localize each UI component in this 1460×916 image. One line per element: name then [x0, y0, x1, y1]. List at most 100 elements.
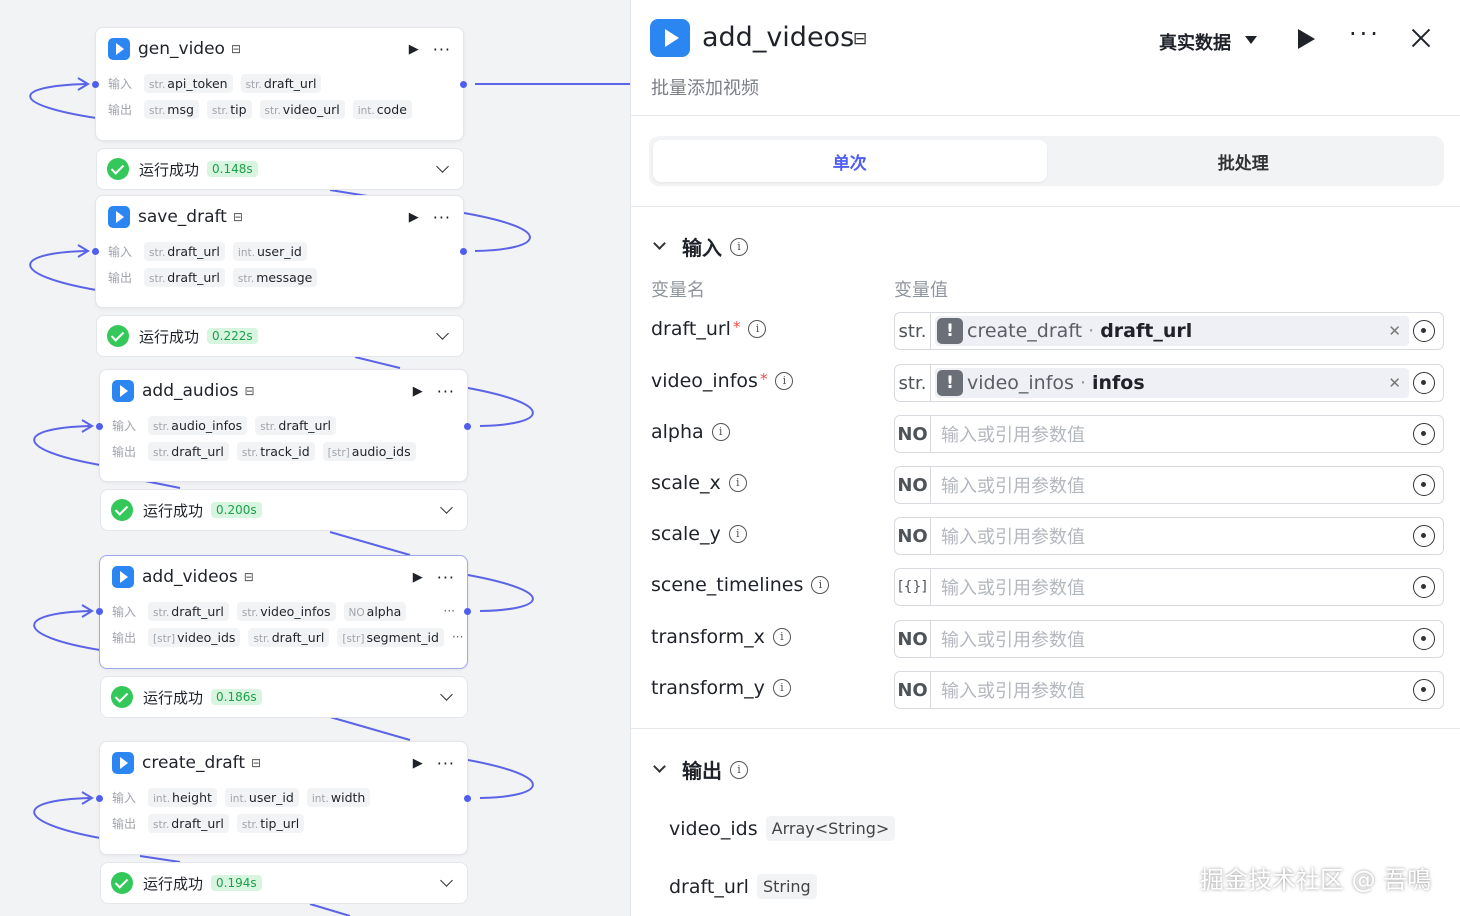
info-icon[interactable]: i: [711, 423, 730, 441]
output-port[interactable]: [464, 423, 471, 430]
info-icon[interactable]: i: [772, 628, 791, 646]
param-input[interactable]: 输入或引用参数值: [941, 523, 1409, 549]
node-status-bar[interactable]: 运行成功 0.222s: [96, 315, 464, 357]
reference-chip[interactable]: ! video_infos · infos ✕: [935, 368, 1409, 398]
input-section-header[interactable]: 输入 i: [651, 232, 748, 261]
output-section-header[interactable]: 输出 i: [651, 755, 748, 784]
column-header-value: 变量值: [894, 280, 948, 301]
param-field-draft-url[interactable]: str. ! create_draft · draft_url ✕: [894, 312, 1444, 350]
variable-select-icon[interactable]: [1413, 474, 1435, 496]
info-icon[interactable]: i: [775, 372, 794, 390]
output-type-badge: String: [756, 874, 817, 899]
run-node-icon[interactable]: ▶: [413, 570, 423, 585]
workflow-canvas[interactable]: gen_video ⊟ ▶ ··· 输入 str. api_token str. d…: [0, 0, 630, 916]
more-icon[interactable]: ···: [433, 40, 451, 59]
param-field-scale-x[interactable]: NO 输入或引用参数值: [894, 466, 1444, 504]
chevron-down-icon[interactable]: [440, 874, 453, 887]
success-check-icon: [111, 686, 133, 708]
plugin-tag-icon: ⊟: [244, 384, 255, 398]
param-input[interactable]: 输入或引用参数值: [941, 472, 1409, 498]
param-input[interactable]: 输入或引用参数值: [941, 677, 1409, 703]
param-field-alpha[interactable]: NO 输入或引用参数值: [894, 415, 1444, 453]
more-icon[interactable]: ···: [437, 754, 455, 773]
param-field-transform-y[interactable]: NO 输入或引用参数值: [894, 671, 1444, 709]
more-params-icon[interactable]: ···: [444, 604, 455, 618]
chevron-down-icon[interactable]: [653, 237, 666, 250]
variable-select-icon[interactable]: [1413, 423, 1435, 445]
node-status-bar[interactable]: 运行成功 0.194s: [100, 862, 468, 904]
type-badge: NO: [895, 518, 931, 554]
param-pill: int. user_id: [224, 787, 299, 807]
caret-down-icon[interactable]: [1245, 36, 1257, 44]
node-outputs-row: 输出 str. draft_url str. tip_url: [100, 810, 467, 836]
more-icon[interactable]: ···: [437, 568, 455, 587]
node-status-bar[interactable]: 运行成功 0.148s: [96, 148, 464, 190]
tab-single[interactable]: 单次: [653, 140, 1047, 182]
node-gen-video[interactable]: gen_video ⊟ ▶ ··· 输入 str. api_token str. d…: [95, 27, 464, 141]
tab-batch[interactable]: 批处理: [1047, 140, 1441, 182]
param-pill: int. height: [148, 787, 217, 807]
input-port[interactable]: [92, 81, 99, 88]
input-port[interactable]: [96, 423, 103, 430]
variable-select-icon[interactable]: [1413, 525, 1435, 547]
more-icon[interactable]: ···: [437, 382, 455, 401]
variable-select-icon[interactable]: [1413, 628, 1435, 650]
output-port[interactable]: [464, 795, 471, 802]
input-port[interactable]: [96, 795, 103, 802]
param-field-scale-y[interactable]: NO 输入或引用参数值: [894, 517, 1444, 555]
node-add-videos[interactable]: add_videos ⊟ ▶ ··· 输入 str. draft_url str.…: [99, 555, 468, 669]
close-icon[interactable]: [1409, 26, 1433, 50]
plugin-video-icon: [650, 19, 690, 57]
node-add-audios[interactable]: add_audios ⊟ ▶ ··· 输入 str. audio_infos st…: [99, 369, 468, 482]
input-port[interactable]: [92, 248, 99, 255]
reference-chip[interactable]: ! create_draft · draft_url ✕: [935, 316, 1409, 346]
clear-icon[interactable]: ✕: [1388, 374, 1401, 392]
chevron-down-icon[interactable]: [436, 327, 449, 340]
input-port[interactable]: [96, 608, 103, 615]
param-field-scene-timelines[interactable]: [{}] 输入或引用参数值: [894, 568, 1444, 606]
more-icon[interactable]: ···: [1349, 20, 1381, 48]
chevron-down-icon[interactable]: [440, 501, 453, 514]
node-title: create_draft: [142, 753, 246, 773]
type-badge: str.: [895, 313, 931, 349]
output-port[interactable]: [464, 608, 471, 615]
param-field-video-infos[interactable]: str. ! video_infos · infos ✕: [894, 364, 1444, 402]
more-params-icon[interactable]: ···: [452, 630, 463, 644]
output-port[interactable]: [460, 248, 467, 255]
info-icon[interactable]: i: [748, 320, 767, 338]
param-input[interactable]: 输入或引用参数值: [941, 626, 1409, 652]
node-save-draft[interactable]: save_draft ⊟ ▶ ··· 输入 str. draft_url int.…: [95, 195, 464, 308]
param-field-transform-x[interactable]: NO 输入或引用参数值: [894, 620, 1444, 658]
run-node-icon[interactable]: ▶: [409, 42, 419, 57]
info-icon[interactable]: i: [728, 525, 747, 543]
variable-select-icon[interactable]: [1413, 679, 1435, 701]
chevron-down-icon[interactable]: [440, 688, 453, 701]
node-create-draft[interactable]: create_draft ⊟ ▶ ··· 输入 int. height int. u…: [99, 741, 468, 855]
chevron-down-icon[interactable]: [436, 160, 449, 173]
info-icon[interactable]: i: [811, 576, 830, 594]
info-icon[interactable]: i: [772, 679, 791, 697]
run-node-icon[interactable]: ▶: [409, 210, 419, 225]
clear-icon[interactable]: ✕: [1388, 322, 1401, 340]
node-status-bar[interactable]: 运行成功 0.186s: [100, 676, 468, 718]
data-mode-select[interactable]: 真实数据: [1159, 29, 1231, 55]
run-node-icon[interactable]: ▶: [413, 756, 423, 771]
info-icon[interactable]: i: [730, 237, 748, 256]
param-pill: str. draft_url: [148, 441, 229, 461]
info-icon[interactable]: i: [730, 760, 748, 779]
info-icon[interactable]: i: [728, 474, 747, 492]
variable-select-icon[interactable]: [1413, 372, 1435, 394]
chevron-down-icon[interactable]: [653, 760, 666, 773]
variable-select-icon[interactable]: [1413, 320, 1435, 342]
output-port[interactable]: [460, 81, 467, 88]
variable-select-icon[interactable]: [1413, 576, 1435, 598]
play-icon[interactable]: [1298, 29, 1315, 49]
param-input[interactable]: 输入或引用参数值: [941, 421, 1409, 447]
run-time-badge: 0.148s: [207, 161, 258, 177]
param-input[interactable]: 输入或引用参数值: [941, 574, 1409, 600]
run-node-icon[interactable]: ▶: [413, 384, 423, 399]
plugin-tag-icon: ⊟: [251, 756, 262, 770]
node-status-bar[interactable]: 运行成功 0.200s: [100, 489, 468, 531]
more-icon[interactable]: ···: [433, 208, 451, 227]
inputs-label: 输入: [112, 418, 137, 433]
